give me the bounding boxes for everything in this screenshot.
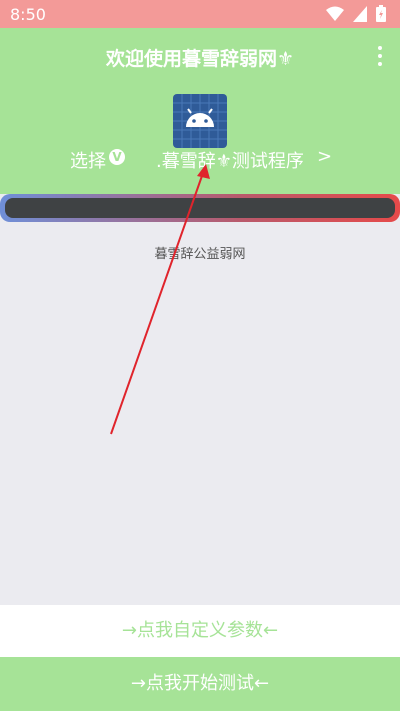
- custom-params-button[interactable]: →点我自定义参数←: [0, 605, 400, 657]
- select-app-row[interactable]: 选择 V .暮雪辞⚜测试程序 >: [0, 146, 400, 172]
- android-icon[interactable]: [173, 94, 227, 148]
- more-vert-icon[interactable]: [376, 46, 384, 66]
- status-time: 8:50: [10, 5, 46, 24]
- progress-bar: [0, 194, 400, 222]
- chevron-right-icon: >: [317, 146, 333, 167]
- page-title: 欢迎使用暮雪辞弱网⚜: [105, 48, 295, 70]
- signal-icon: [353, 5, 367, 22]
- v-badge: V: [109, 149, 125, 165]
- status-bar: 8:50: [0, 0, 400, 28]
- start-test-button[interactable]: →点我开始测试←: [0, 657, 400, 711]
- header: 欢迎使用暮雪辞弱网⚜ 选择 V .暮雪辞⚜测试程序 >: [0, 28, 400, 194]
- battery-icon: [376, 5, 386, 22]
- app-name: .暮雪辞⚜测试程序: [156, 151, 304, 172]
- progress-track: [5, 198, 395, 218]
- status-icons: [326, 5, 386, 22]
- wifi-icon: [326, 6, 344, 21]
- caption: 暮雪辞公益弱网: [154, 247, 246, 262]
- select-label: 选择: [70, 151, 106, 172]
